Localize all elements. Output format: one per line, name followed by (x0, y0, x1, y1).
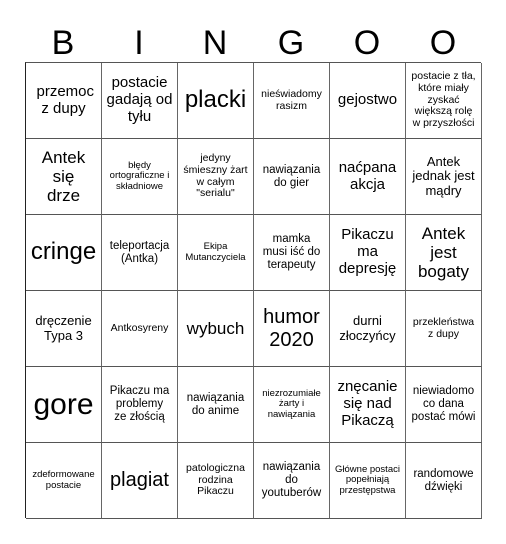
cell-text: niewiadomo co dana postać mówi (411, 385, 476, 423)
cell-text: znęcanie się nad Pikaczą (337, 378, 398, 429)
cell-text: naćpana akcja (338, 158, 397, 193)
bingo-cell[interactable]: nieświadomy rasizm (254, 63, 330, 139)
bingo-cell[interactable]: Pikaczu ma problemy ze złością (102, 367, 178, 443)
bingo-cell[interactable]: teleportacja (Antka) (102, 215, 178, 291)
bingo-cell[interactable]: niewiadomo co dana postać mówi (406, 367, 482, 443)
bingo-cell[interactable]: cringe (26, 215, 102, 291)
bingo-cell[interactable]: Antek się drze (26, 139, 102, 215)
cell-text: humor 2020 (263, 306, 320, 351)
cell-text: randomowe dźwięki (413, 467, 474, 493)
cell-text: nawiązania do anime (186, 391, 245, 417)
cell-text: Pikaczu ma depresję (338, 226, 397, 277)
cell-text: Główne postaci popełniają przestępstwa (335, 463, 400, 496)
bingo-cell[interactable]: randomowe dźwięki (406, 443, 482, 519)
bingo-cell[interactable]: gore (26, 367, 102, 443)
cell-text: nawiązania do gier (262, 163, 321, 189)
cell-text: nawiązania do youtuberów (261, 461, 322, 499)
cell-text: błędy ortograficzne i składniowe (109, 159, 170, 192)
bingo-cell[interactable]: Pikaczu ma depresję (330, 215, 406, 291)
cell-text: Antkosyreny (110, 321, 169, 334)
header-letter: N (202, 24, 228, 62)
cell-text: Pikaczu ma problemy ze złością (109, 385, 170, 423)
bingo-cell[interactable]: przemoc z dupy (26, 63, 102, 139)
bingo-cell[interactable]: zdeformowane postacie (26, 443, 102, 519)
bingo-cell[interactable]: przekleństwa z dupy (406, 291, 482, 367)
cell-text: przemoc z dupy (36, 82, 95, 117)
cell-text: Antek jednak jest mądry (412, 153, 475, 198)
cell-text: teleportacja (Antka) (109, 239, 170, 265)
cell-text: niezrozumiałe żarty i nawiązania (262, 387, 321, 420)
cell-text: placki (184, 86, 247, 114)
bingo-cell[interactable]: postacie gadają od tyłu (102, 63, 178, 139)
bingo-cell[interactable]: Główne postaci popełniają przestępstwa (330, 443, 406, 519)
bingo-cell[interactable]: nawiązania do anime (178, 367, 254, 443)
bingo-cell[interactable]: niezrozumiałe żarty i nawiązania (254, 367, 330, 443)
cell-text: Ekipa Mutanczyciela (185, 240, 246, 263)
cell-text: jedyny śmieszny żart w całym "serialu" (183, 152, 248, 200)
bingo-cell[interactable]: patologiczna rodzina Pikaczu (178, 443, 254, 519)
bingo-cell[interactable]: nawiązania do youtuberów (254, 443, 330, 519)
cell-text: Antek się drze (41, 147, 86, 206)
bingo-cell[interactable]: Antek jest bogaty (406, 215, 482, 291)
cell-text: cringe (30, 238, 97, 266)
bingo-cell[interactable]: dręczenie Typa 3 (26, 291, 102, 367)
cell-text: dręczenie Typa 3 (35, 312, 92, 343)
bingo-cell[interactable]: jedyny śmieszny żart w całym "serialu" (178, 139, 254, 215)
header-letter: I (134, 24, 144, 62)
bingo-cell[interactable]: błędy ortograficzne i składniowe (102, 139, 178, 215)
bingo-cell[interactable]: gejostwo (330, 63, 406, 139)
header-letter: O (353, 24, 381, 62)
cell-text: gejostwo (337, 91, 398, 109)
cell-text: patologiczna rodzina Pikaczu (186, 461, 245, 498)
cell-text: wybuch (186, 318, 245, 338)
cell-text: durni złoczyńcy (339, 312, 396, 343)
cell-text: przekleństwa z dupy (412, 315, 475, 340)
cell-text: postacie gadają od tyłu (106, 74, 173, 125)
bingo-grid: przemoc z dupy postacie gadają od tyłu p… (25, 62, 482, 519)
header-letter: O (429, 24, 457, 62)
bingo-cell[interactable]: humor 2020 (254, 291, 330, 367)
cell-text: nieświadomy rasizm (261, 87, 322, 112)
cell-text: Antek jest bogaty (417, 223, 470, 282)
bingo-cell[interactable]: znęcanie się nad Pikaczą (330, 367, 406, 443)
bingo-cell[interactable]: wybuch (178, 291, 254, 367)
bingo-header: B I N G O O (25, 24, 481, 62)
header-letter: G (277, 24, 305, 62)
bingo-cell[interactable]: durni złoczyńcy (330, 291, 406, 367)
bingo-cell[interactable]: postacie z tła, które miały zyskać więks… (406, 63, 482, 139)
bingo-cell[interactable]: nawiązania do gier (254, 139, 330, 215)
bingo-cell[interactable]: naćpana akcja (330, 139, 406, 215)
header-letter: B (51, 24, 75, 62)
bingo-cell[interactable]: placki (178, 63, 254, 139)
cell-text: mamka musi iść do terapeuty (262, 233, 321, 271)
bingo-cell[interactable]: plagiat (102, 443, 178, 519)
bingo-cell[interactable]: Ekipa Mutanczyciela (178, 215, 254, 291)
cell-text: postacie z tła, które miały zyskać więks… (411, 70, 476, 130)
cell-text: gore (33, 387, 94, 421)
bingo-cell[interactable]: Antek jednak jest mądry (406, 139, 482, 215)
cell-text: plagiat (110, 469, 169, 492)
bingo-cell[interactable]: Antkosyreny (102, 291, 178, 367)
cell-text: zdeformowane postacie (32, 468, 95, 491)
bingo-cell[interactable]: mamka musi iść do terapeuty (254, 215, 330, 291)
